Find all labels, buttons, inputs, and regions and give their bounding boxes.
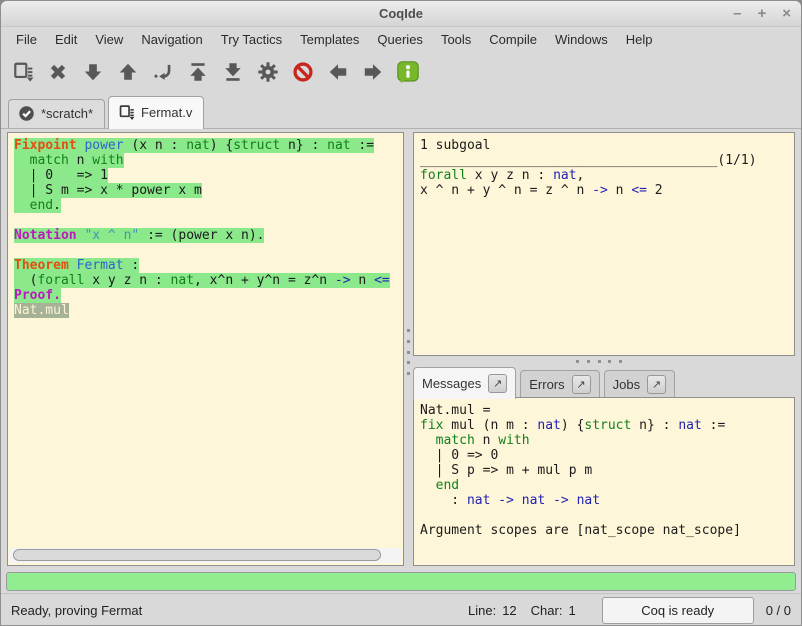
messages-code: Nat.mul =fix mul (n m : nat) {struct n} … bbox=[414, 398, 794, 540]
main-area: Fixpoint power (x n : nat) {struct n} : … bbox=[1, 129, 801, 569]
message-tab-bar: Messages ↗ Errors ↗ Jobs ↗ bbox=[413, 366, 679, 398]
char-value: 1 bbox=[568, 603, 575, 618]
tab-label: *scratch* bbox=[41, 106, 93, 121]
arrow-to-bottom-icon bbox=[222, 61, 244, 83]
scrollbar-thumb[interactable] bbox=[13, 549, 381, 561]
next-button[interactable] bbox=[359, 58, 387, 86]
status-bar: Ready, proving Fermat Line: 12 Char: 1 C… bbox=[1, 593, 801, 626]
tab-label: Messages bbox=[422, 376, 481, 391]
editor-horizontal-scrollbar[interactable] bbox=[10, 548, 401, 563]
menu-templates[interactable]: Templates bbox=[291, 28, 368, 51]
fully-check-button[interactable] bbox=[254, 58, 282, 86]
progress-bar bbox=[6, 572, 796, 591]
status-message: Ready, proving Fermat bbox=[11, 603, 142, 618]
arrow-down-icon bbox=[82, 61, 104, 83]
script-editor[interactable]: Fixpoint power (x n : nat) {struct n} : … bbox=[7, 132, 404, 566]
tab-fermat[interactable]: Fermat.v bbox=[108, 96, 204, 129]
go-to-cursor-button[interactable] bbox=[149, 58, 177, 86]
detach-icon: ↗ bbox=[652, 378, 661, 391]
line-label: Line: bbox=[468, 603, 496, 618]
coqide-window: CoqIde – + × File Edit View Navigation T… bbox=[0, 0, 802, 626]
arrow-up-icon bbox=[117, 61, 139, 83]
close-buffer-button[interactable] bbox=[44, 58, 72, 86]
forward-step-button[interactable] bbox=[79, 58, 107, 86]
goals-panel[interactable]: 1 subgoal_______________________________… bbox=[413, 132, 795, 356]
menu-tools[interactable]: Tools bbox=[432, 28, 480, 51]
previous-button[interactable] bbox=[324, 58, 352, 86]
minimize-icon[interactable]: – bbox=[733, 6, 741, 21]
menu-edit[interactable]: Edit bbox=[46, 28, 86, 51]
window-controls: – + × bbox=[733, 1, 791, 26]
tab-errors[interactable]: Errors ↗ bbox=[520, 370, 599, 398]
menu-try-tactics[interactable]: Try Tactics bbox=[212, 28, 291, 51]
script-code: Fixpoint power (x n : nat) {struct n} : … bbox=[8, 133, 403, 320]
curved-arrow-icon bbox=[152, 61, 174, 83]
detach-button[interactable]: ↗ bbox=[572, 375, 591, 394]
goal-counter: 0 / 0 bbox=[766, 603, 791, 618]
arrow-right-icon bbox=[362, 61, 384, 83]
menu-navigation[interactable]: Navigation bbox=[132, 28, 211, 51]
arrow-to-top-icon bbox=[187, 61, 209, 83]
detach-button[interactable]: ↗ bbox=[647, 375, 666, 394]
backward-step-button[interactable] bbox=[114, 58, 142, 86]
close-icon[interactable]: × bbox=[782, 6, 791, 21]
about-button[interactable] bbox=[394, 58, 422, 86]
goals-code: 1 subgoal_______________________________… bbox=[414, 133, 794, 200]
tab-jobs[interactable]: Jobs ↗ bbox=[604, 370, 675, 398]
titlebar: CoqIde – + × bbox=[1, 1, 801, 27]
check-circle-icon bbox=[18, 105, 35, 122]
line-value: 12 bbox=[502, 603, 516, 618]
buffer-tab-bar: *scratch* Fermat.v bbox=[1, 92, 801, 129]
go-to-end-button[interactable] bbox=[219, 58, 247, 86]
menu-help[interactable]: Help bbox=[617, 28, 662, 51]
gear-icon bbox=[257, 61, 279, 83]
detach-icon: ↗ bbox=[493, 377, 502, 390]
info-bubble-icon bbox=[396, 60, 420, 84]
tab-messages[interactable]: Messages ↗ bbox=[413, 367, 516, 399]
detach-icon: ↗ bbox=[577, 378, 586, 391]
menu-view[interactable]: View bbox=[86, 28, 132, 51]
messages-panel[interactable]: Nat.mul =fix mul (n m : nat) {struct n} … bbox=[413, 397, 795, 566]
document-save-icon bbox=[118, 104, 135, 121]
char-label: Char: bbox=[531, 603, 563, 618]
coq-status-indicator: Coq is ready bbox=[602, 597, 754, 624]
maximize-icon[interactable]: + bbox=[757, 6, 766, 21]
close-x-icon bbox=[47, 61, 69, 83]
menu-queries[interactable]: Queries bbox=[368, 28, 432, 51]
menu-windows[interactable]: Windows bbox=[546, 28, 617, 51]
go-to-start-button[interactable] bbox=[184, 58, 212, 86]
horizontal-splitter-handle[interactable] bbox=[576, 359, 622, 363]
menu-file[interactable]: File bbox=[7, 28, 46, 51]
arrow-left-icon bbox=[327, 61, 349, 83]
save-icon bbox=[12, 61, 34, 83]
menu-bar: File Edit View Navigation Try Tactics Te… bbox=[1, 27, 801, 52]
interrupt-button[interactable] bbox=[289, 58, 317, 86]
tab-scratch[interactable]: *scratch* bbox=[8, 99, 105, 128]
toolbar bbox=[1, 52, 801, 92]
vertical-splitter-handle[interactable] bbox=[405, 329, 411, 375]
tab-label: Fermat.v bbox=[141, 105, 192, 120]
interrupt-stop-icon bbox=[292, 61, 314, 83]
window-title: CoqIde bbox=[379, 6, 423, 21]
detach-button[interactable]: ↗ bbox=[488, 374, 507, 393]
tab-label: Errors bbox=[529, 377, 564, 392]
menu-compile[interactable]: Compile bbox=[480, 28, 546, 51]
tab-label: Jobs bbox=[613, 377, 640, 392]
save-button[interactable] bbox=[9, 58, 37, 86]
